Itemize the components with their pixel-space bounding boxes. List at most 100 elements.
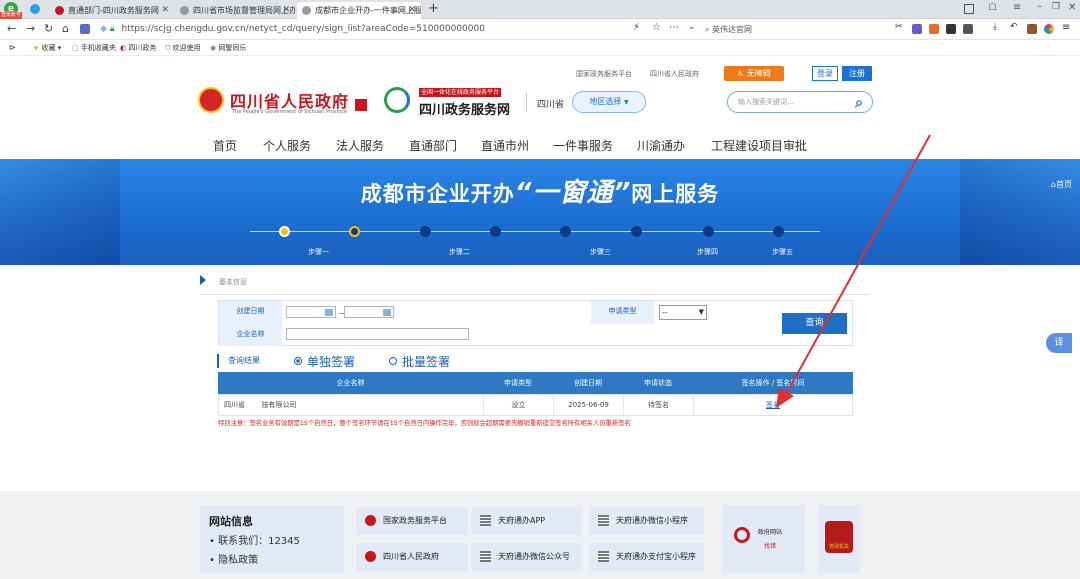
- bookmark-sichuan[interactable]: ◐ 四川政务: [120, 40, 156, 56]
- nav-legal-person-services[interactable]: 法人服务: [336, 137, 384, 154]
- bookmark-welcome[interactable]: ⛉ 欢迎使用: [165, 40, 200, 56]
- service-title[interactable]: 四川政务服务网: [419, 99, 510, 118]
- skin-icon[interactable]: ☖: [988, 2, 997, 13]
- undo-icon[interactable]: ⤓: [993, 22, 1003, 32]
- profile-icon[interactable]: [1044, 24, 1054, 34]
- star-icon[interactable]: ☆: [652, 22, 661, 33]
- nav-direct-departments[interactable]: 直通部门: [409, 137, 457, 154]
- extension-icon[interactable]: [929, 24, 939, 34]
- party-gov-badge[interactable]: 党政机关: [818, 505, 860, 573]
- contact-link[interactable]: • 联系我们：12345: [209, 532, 300, 547]
- extension-icon[interactable]: [946, 24, 956, 34]
- query-button[interactable]: 查询: [782, 313, 847, 334]
- app-icon[interactable]: [80, 24, 90, 34]
- tab-market-supervision[interactable]: 四川省市场监督管理局网上办 ✕: [175, 2, 295, 19]
- telegram-icon[interactable]: [30, 4, 40, 14]
- chevron-down-icon[interactable]: ⌄: [688, 22, 696, 32]
- bookmark-police[interactable]: ◉ 网警同乐: [210, 40, 246, 56]
- menu-icon[interactable]: ≡: [1062, 22, 1072, 33]
- gov-site-error-report[interactable]: 政府网站 找错: [722, 505, 805, 573]
- col-status: 申请状态: [644, 379, 672, 387]
- footer-link-label: 天府通办微信小程序: [616, 516, 688, 525]
- step-dot: [703, 226, 714, 237]
- new-tab-button[interactable]: +: [428, 1, 439, 16]
- close-tab-icon[interactable]: ✕: [408, 2, 416, 19]
- end-date-input[interactable]: [344, 306, 394, 318]
- url-field[interactable]: ◆ 🔒︎ https://scjg.chengdu.gov.cn/netyct_…: [100, 21, 700, 38]
- login-account-badge[interactable]: 登录账号: [0, 12, 23, 19]
- footer-link-label: 国家政务服务平台: [383, 516, 447, 525]
- sichuan-gov-link[interactable]: 四川省人民政府: [650, 69, 699, 79]
- radio-single-sign[interactable]: 单独签署: [294, 353, 355, 370]
- browser-search-box[interactable]: ⌕ 英伟达官网: [705, 21, 875, 38]
- footer-link-sichuan-gov[interactable]: 四川省人民政府: [357, 543, 467, 571]
- sidebar-toggle-icon[interactable]: ⊳: [9, 40, 16, 56]
- app-type-select[interactable]: -- ▼: [659, 305, 707, 320]
- step-dot: [560, 226, 571, 237]
- footer-link-national-platform[interactable]: 国家政务服务平台: [357, 507, 467, 535]
- banner-home-link[interactable]: ⌂首页: [1051, 179, 1072, 190]
- more-icon[interactable]: ⋯: [669, 22, 679, 33]
- start-date-input[interactable]: [286, 306, 336, 318]
- register-button[interactable]: 注册: [842, 66, 872, 81]
- province-label: 四川省: [537, 100, 565, 110]
- login-button[interactable]: 登录: [812, 66, 838, 81]
- translate-float-button[interactable]: 译: [1046, 333, 1072, 353]
- step-label: 步骤四: [697, 248, 718, 256]
- step-progress-line: [250, 231, 820, 232]
- radio-batch-sign[interactable]: 批量签署: [389, 353, 450, 370]
- region-select-button[interactable]: 地区选择 ▼: [572, 91, 646, 113]
- close-tab-icon[interactable]: ✕: [161, 2, 169, 19]
- banner-title-right: 网上服务: [631, 182, 720, 206]
- lightning-icon[interactable]: ⚡: [633, 22, 640, 33]
- footer-link-tianfu-wechat-account[interactable]: 天府通办微信公众号: [472, 543, 582, 571]
- accessibility-label: 无障碍: [746, 69, 771, 78]
- close-window-icon[interactable]: ✕: [1068, 2, 1076, 13]
- nav-personal-services[interactable]: 个人服务: [263, 137, 311, 154]
- site-search-input[interactable]: 输入搜索关键词... ⌕: [727, 91, 873, 113]
- close-tab-icon[interactable]: ✕: [282, 2, 290, 19]
- accessibility-button[interactable]: ♿︎ 无障碍: [724, 66, 784, 81]
- qr-code-icon: [480, 515, 491, 526]
- extension-icon[interactable]: [912, 24, 922, 34]
- tab-chengdu-enterprise[interactable]: 成都市企业开办-一件事网上服 ✕: [297, 2, 421, 19]
- sign-link[interactable]: 签名: [766, 401, 780, 409]
- back-icon[interactable]: ←: [7, 22, 16, 36]
- tab-direct-department[interactable]: 直通部门-四川政务服务网 ✕: [50, 2, 174, 19]
- history-icon[interactable]: ↶: [1010, 22, 1020, 32]
- search-icon[interactable]: ⌕: [855, 93, 863, 113]
- reload-icon[interactable]: ↻: [44, 22, 53, 36]
- menu-icon[interactable]: ≡: [1013, 2, 1021, 13]
- step-label: 步骤二: [449, 248, 470, 256]
- footer-link-tianfu-wechat-mini[interactable]: 天府通办微信小程序: [590, 507, 704, 535]
- site-favicon-icon: [55, 6, 64, 15]
- nav-direct-cities[interactable]: 直通市州: [481, 137, 529, 154]
- wallet-icon[interactable]: [1027, 24, 1037, 34]
- company-name-input[interactable]: [286, 328, 469, 340]
- nav-construction-approval[interactable]: 工程建设项目审批: [711, 137, 807, 154]
- calendar-icon[interactable]: [325, 309, 333, 316]
- nav-chuanyu-services[interactable]: 川渝通办: [637, 137, 685, 154]
- minimize-icon[interactable]: –: [1037, 1, 1042, 12]
- nav-one-thing-services[interactable]: 一件事服务: [553, 137, 613, 154]
- privacy-link[interactable]: • 隐私政策: [209, 551, 258, 566]
- footer-link-label: 四川省人民政府: [383, 552, 439, 561]
- calendar-icon[interactable]: [383, 309, 391, 316]
- home-icon[interactable]: ⌂: [62, 22, 69, 36]
- maximize-icon[interactable]: ❐: [1052, 2, 1060, 12]
- notice-text: 特别注意：签名业务有效期是15个自然日，整个签名环节请在15个自然日内操作完毕，…: [218, 420, 631, 427]
- footer-link-label: 天府通办支付宝小程序: [616, 552, 696, 561]
- seal-icon: [355, 99, 367, 111]
- bookmark-mobile[interactable]: ▢ 手机收藏夹: [72, 40, 116, 56]
- nav-home[interactable]: 首页: [213, 137, 237, 154]
- footer-link-tianfu-app[interactable]: 天府通办APP: [472, 507, 582, 535]
- national-platform-link[interactable]: 国家政务服务平台: [576, 69, 632, 79]
- puzzle-icon[interactable]: [963, 24, 973, 34]
- chevron-down-icon: ▼: [623, 99, 629, 106]
- bookmark-favorites[interactable]: ★ 收藏 ▾: [33, 40, 61, 56]
- footer-link-tianfu-alipay-mini[interactable]: 天府通办支付宝小程序: [590, 543, 704, 571]
- scissors-icon[interactable]: ✂: [895, 22, 905, 32]
- step-dot: [490, 226, 501, 237]
- forward-icon[interactable]: →: [26, 22, 35, 36]
- tab-list-icon[interactable]: [964, 4, 974, 14]
